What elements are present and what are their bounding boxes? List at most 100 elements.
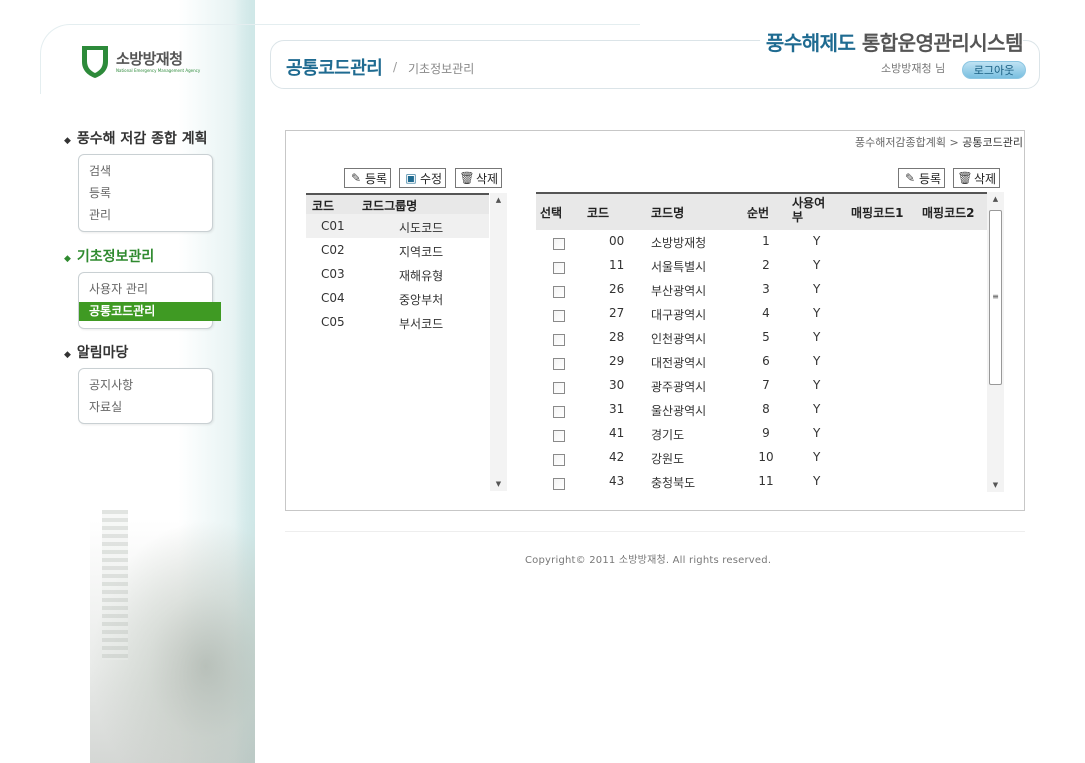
table-row[interactable]: 43 충청북도 11 Y [536,470,987,494]
cell-order: 4 [762,306,770,320]
menu-item-user-management[interactable]: 사용자 관리 [89,280,148,297]
pencil-icon: ✎ [350,171,362,185]
cell-use: Y [813,474,821,488]
cell-order: 9 [762,426,770,440]
breadcrumb-path[interactable]: 풍수해저감종합계획 [855,136,946,149]
grip-icon: ≡ [992,292,999,301]
table-row[interactable]: 26 부산광역시 3 Y [536,278,987,302]
table-row[interactable]: 42 강원도 10 Y [536,446,987,470]
table-row[interactable]: 28 인천광역시 5 Y [536,326,987,350]
table-row[interactable]: C02 지역코드 [306,238,489,262]
menu-box-basic-info: 사용자 관리 공통코드관리 [78,272,221,329]
cell-code: 00 [609,234,625,248]
select-checkbox[interactable] [553,310,565,322]
cell-group-name: 부서코드 [399,317,444,331]
cell-use: Y [813,330,821,344]
menu-item-archive[interactable]: 자료실 [89,398,122,415]
page-title: 공통코드관리 [286,58,383,79]
cell-code-name: 대구광역시 [651,308,707,322]
column-header-code-name[interactable]: 코드명 [651,204,684,221]
table-row[interactable]: 30 광주광역시 7 Y [536,374,987,398]
code-delete-button[interactable]: 🗑 삭제 [953,168,1001,188]
table-row[interactable]: 29 대전광역시 6 Y [536,350,987,374]
cell-code: 11 [609,258,625,272]
menu-section-plan[interactable]: ◆ 풍수해 저감 종합 계획 [64,128,207,148]
table-row[interactable]: C05 부서코드 [306,310,489,334]
cell-code-name: 울산광역시 [651,404,707,418]
column-header-mapping1[interactable]: 매핑코드1 [851,204,904,221]
shield-logo-icon [80,44,110,80]
menu-item-search[interactable]: 검색 [89,162,111,179]
group-register-button[interactable]: ✎ 등록 [344,168,392,188]
system-title: 풍수해제도 통합운영관리시스템 [759,27,1023,56]
edit-icon: ▣ [405,171,417,185]
select-checkbox[interactable] [553,406,565,418]
select-checkbox[interactable] [553,286,565,298]
group-edit-button[interactable]: ▣ 수정 [399,168,447,188]
table-row[interactable]: C03 재해유형 [306,262,489,286]
select-checkbox[interactable] [553,358,565,370]
menu-item-manage[interactable]: 관리 [89,206,111,223]
cell-code: 43 [609,474,625,488]
cell-order: 7 [762,378,770,392]
column-header-code[interactable]: 코드 [312,197,334,214]
column-header-group-name[interactable]: 코드그룹명 [362,197,417,214]
menu-box-plan: 검색 등록 관리 [78,154,213,232]
cell-order: 1 [762,234,770,248]
select-checkbox[interactable] [553,454,565,466]
table-row[interactable]: 11 서울특별시 2 Y [536,254,987,278]
column-header-code[interactable]: 코드 [587,204,609,221]
logout-button[interactable]: 로그아웃 [962,61,1026,79]
select-checkbox[interactable] [553,238,565,250]
cell-order: 8 [762,402,770,416]
select-checkbox[interactable] [553,382,565,394]
cell-code: C01 [321,219,345,233]
cell-code-name: 강원도 [651,452,685,466]
column-header-select[interactable]: 선택 [540,204,562,221]
column-header-order[interactable]: 순번 [747,204,769,221]
cell-code: C04 [321,291,345,305]
code-grid: 선택 코드 코드명 순번 사용여부 매핑코드1 매핑코드2 00 소방방재청 1 Y 1… [536,192,1004,492]
menu-section-notice[interactable]: ◆ 알림마당 [64,342,128,362]
select-checkbox[interactable] [553,430,565,442]
cell-order: 11 [758,474,774,488]
scroll-up-icon[interactable]: ▲ [490,193,507,207]
breadcrumb-current: 공통코드관리 [962,136,1023,149]
select-checkbox[interactable] [553,334,565,346]
code-register-button[interactable]: ✎ 등록 [898,168,946,188]
select-checkbox[interactable] [553,478,565,490]
menu-item-register[interactable]: 등록 [89,184,111,201]
pencil-icon: ✎ [904,171,916,185]
table-row[interactable]: 41 경기도 9 Y [536,422,987,446]
column-header-mapping2[interactable]: 매핑코드2 [922,204,975,221]
menu-item-notices[interactable]: 공지사항 [89,376,133,393]
group-delete-button[interactable]: 🗑 삭제 [455,168,503,188]
footer-divider [285,531,1025,532]
menu-item-common-code[interactable]: 공통코드관리 [79,302,221,321]
table-row[interactable]: 31 울산광역시 8 Y [536,398,987,422]
cell-use: Y [813,426,821,440]
select-checkbox[interactable] [553,262,565,274]
code-grid-scrollbar[interactable]: ▲ ≡ ▼ [987,192,1004,492]
scroll-down-icon[interactable]: ▼ [490,477,507,491]
table-row[interactable]: C04 중앙부처 [306,286,489,310]
agency-logo[interactable]: 소방방재청 National Emergency Management Agen… [80,44,200,80]
cell-code-name: 경기도 [651,428,685,442]
button-label: 삭제 [476,171,499,186]
cell-code-name: 부산광역시 [651,284,707,298]
table-row[interactable]: 27 대구광역시 4 Y [536,302,987,326]
title-separator: / [393,60,398,74]
scroll-down-icon[interactable]: ▼ [987,478,1004,492]
table-row[interactable]: C01 시도코드 [306,214,489,238]
cell-code: 30 [609,378,625,392]
cell-order: 2 [762,258,770,272]
menu-section-basic-info[interactable]: ◆ 기초정보관리 [64,246,154,266]
menu-section-label: 풍수해 저감 종합 계획 [76,131,208,147]
cell-group-name: 시도코드 [399,221,444,235]
cell-code-name: 광주광역시 [651,380,707,394]
column-header-use[interactable]: 사용여부 [792,196,832,224]
scroll-up-icon[interactable]: ▲ [987,192,1004,206]
group-grid-scrollbar[interactable]: ▲ ▼ [490,193,507,491]
table-row[interactable]: 00 소방방재청 1 Y [536,230,987,254]
cell-code-name: 서울특별시 [651,260,707,274]
